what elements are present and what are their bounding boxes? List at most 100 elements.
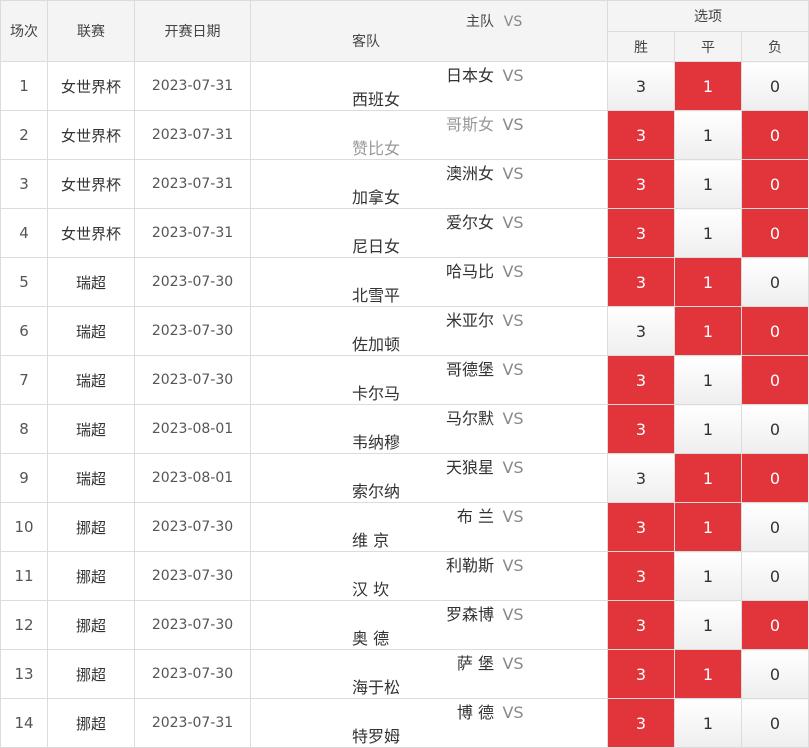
league-name: 女世界杯	[47, 208, 135, 258]
vs-label: VS	[502, 556, 524, 575]
round-number: 12	[0, 600, 48, 650]
home-team: 萨 堡	[456, 654, 494, 673]
option-draw[interactable]: 1	[674, 649, 742, 699]
option-lose[interactable]: 0	[740, 257, 809, 307]
option-lose[interactable]: 0	[740, 306, 809, 356]
header-lose: 负	[740, 31, 809, 62]
match-date: 2023-07-31	[134, 61, 251, 111]
match-date: 2023-07-31	[134, 159, 251, 209]
option-lose[interactable]: 0	[740, 453, 809, 503]
league-name: 挪超	[47, 698, 135, 748]
home-team: 利勒斯	[445, 556, 494, 575]
vs-label: VS	[502, 360, 524, 379]
option-lose[interactable]: 0	[740, 698, 809, 748]
match-date: 2023-07-30	[134, 306, 251, 356]
option-draw[interactable]: 1	[674, 110, 742, 160]
option-draw[interactable]: 1	[674, 355, 742, 405]
match-teams: 博 德 VS 特罗姆	[250, 698, 608, 748]
option-lose[interactable]: 0	[740, 649, 809, 699]
option-lose[interactable]: 0	[740, 355, 809, 405]
option-draw[interactable]: 1	[674, 600, 742, 650]
header-vs: VS	[503, 14, 523, 30]
home-team: 罗森博	[445, 605, 494, 624]
option-win[interactable]: 3	[607, 61, 675, 111]
option-draw[interactable]: 1	[674, 61, 742, 111]
away-team: 西班女	[352, 90, 401, 109]
table-row: 7 瑞超 2023-07-30 哥德堡 VS 卡尔马 3 1 0	[0, 355, 809, 405]
option-win[interactable]: 3	[607, 159, 675, 209]
option-draw[interactable]: 1	[674, 159, 742, 209]
option-lose[interactable]: 0	[740, 600, 809, 650]
match-date: 2023-07-30	[134, 502, 251, 552]
match-date: 2023-08-01	[134, 404, 251, 454]
away-team: 特罗姆	[352, 727, 401, 746]
league-name: 挪超	[47, 502, 135, 552]
table-row: 11 挪超 2023-07-30 利勒斯 VS 汉 坎 310	[0, 551, 809, 601]
option-lose[interactable]: 0	[740, 502, 809, 552]
match-date: 2023-07-30	[134, 551, 251, 601]
option-draw[interactable]: 1	[674, 208, 742, 258]
vs-label: VS	[502, 213, 524, 232]
option-draw[interactable]: 1	[674, 453, 742, 503]
header-win: 胜	[607, 31, 675, 62]
league-name: 瑞超	[47, 306, 135, 356]
vs-label: VS	[502, 115, 524, 134]
option-lose[interactable]: 0	[740, 159, 809, 209]
round-number: 6	[0, 306, 48, 356]
option-win[interactable]: 3	[607, 306, 675, 356]
option-lose[interactable]: 0	[740, 61, 809, 111]
away-team: 加拿女	[352, 188, 401, 207]
option-win[interactable]: 3	[607, 502, 675, 552]
option-win[interactable]: 3	[607, 453, 675, 503]
option-win[interactable]: 3	[607, 404, 675, 454]
option-lose[interactable]: 0	[740, 208, 809, 258]
away-team: 韦纳穆	[352, 433, 401, 452]
option-win[interactable]: 3	[607, 208, 675, 258]
option-win[interactable]: 3	[607, 698, 675, 748]
header-round: 场次	[0, 0, 48, 62]
option-win[interactable]: 3	[607, 110, 675, 160]
table-row: 4 女世界杯 2023-07-31 爱尔女 VS 尼日女 3 1 0	[0, 208, 809, 258]
option-win[interactable]: 3	[607, 355, 675, 405]
option-lose[interactable]: 0	[740, 110, 809, 160]
match-date: 2023-08-01	[134, 453, 251, 503]
option-lose[interactable]: 0	[740, 404, 809, 454]
vs-label: VS	[502, 164, 524, 183]
match-date: 2023-07-30	[134, 257, 251, 307]
round-number: 14	[0, 698, 48, 748]
round-number: 5	[0, 257, 48, 307]
match-teams: 澳洲女 VS 加拿女	[250, 159, 608, 209]
vs-label: VS	[502, 507, 524, 526]
home-team: 哥德堡	[445, 360, 494, 379]
match-date: 2023-07-30	[134, 649, 251, 699]
option-win[interactable]: 3	[607, 600, 675, 650]
option-lose[interactable]: 0	[740, 551, 809, 601]
option-draw[interactable]: 1	[674, 257, 742, 307]
option-win[interactable]: 3	[607, 257, 675, 307]
option-win[interactable]: 3	[607, 649, 675, 699]
match-table: 场次 联赛 开赛日期 主队 VS客队 选项 胜 平 负 1 女世界杯 2023-07-…	[0, 0, 809, 748]
option-draw[interactable]: 1	[674, 306, 742, 356]
option-draw[interactable]: 1	[674, 698, 742, 748]
table-row: 2 女世界杯 2023-07-31 哥斯女 VS 赞比女 3 1 0	[0, 110, 809, 160]
league-name: 挪超	[47, 600, 135, 650]
option-draw[interactable]: 1	[674, 404, 742, 454]
match-teams: 日本女 VS 西班女	[250, 61, 608, 111]
league-name: 瑞超	[47, 355, 135, 405]
vs-label: VS	[502, 654, 524, 673]
home-team: 博 德	[456, 703, 494, 722]
vs-label: VS	[502, 605, 524, 624]
option-draw[interactable]: 1	[674, 551, 742, 601]
round-number: 4	[0, 208, 48, 258]
league-name: 女世界杯	[47, 61, 135, 111]
table-row: 12 挪超 2023-07-30 罗森博 VS 奥 德 310	[0, 600, 809, 650]
match-date: 2023-07-31	[134, 698, 251, 748]
match-teams: 罗森博 VS 奥 德	[250, 600, 608, 650]
option-draw[interactable]: 1	[674, 502, 742, 552]
round-number: 9	[0, 453, 48, 503]
option-win[interactable]: 3	[607, 551, 675, 601]
home-team: 马尔默	[445, 409, 494, 428]
round-number: 10	[0, 502, 48, 552]
match-date: 2023-07-31	[134, 110, 251, 160]
match-teams: 爱尔女 VS 尼日女	[250, 208, 608, 258]
